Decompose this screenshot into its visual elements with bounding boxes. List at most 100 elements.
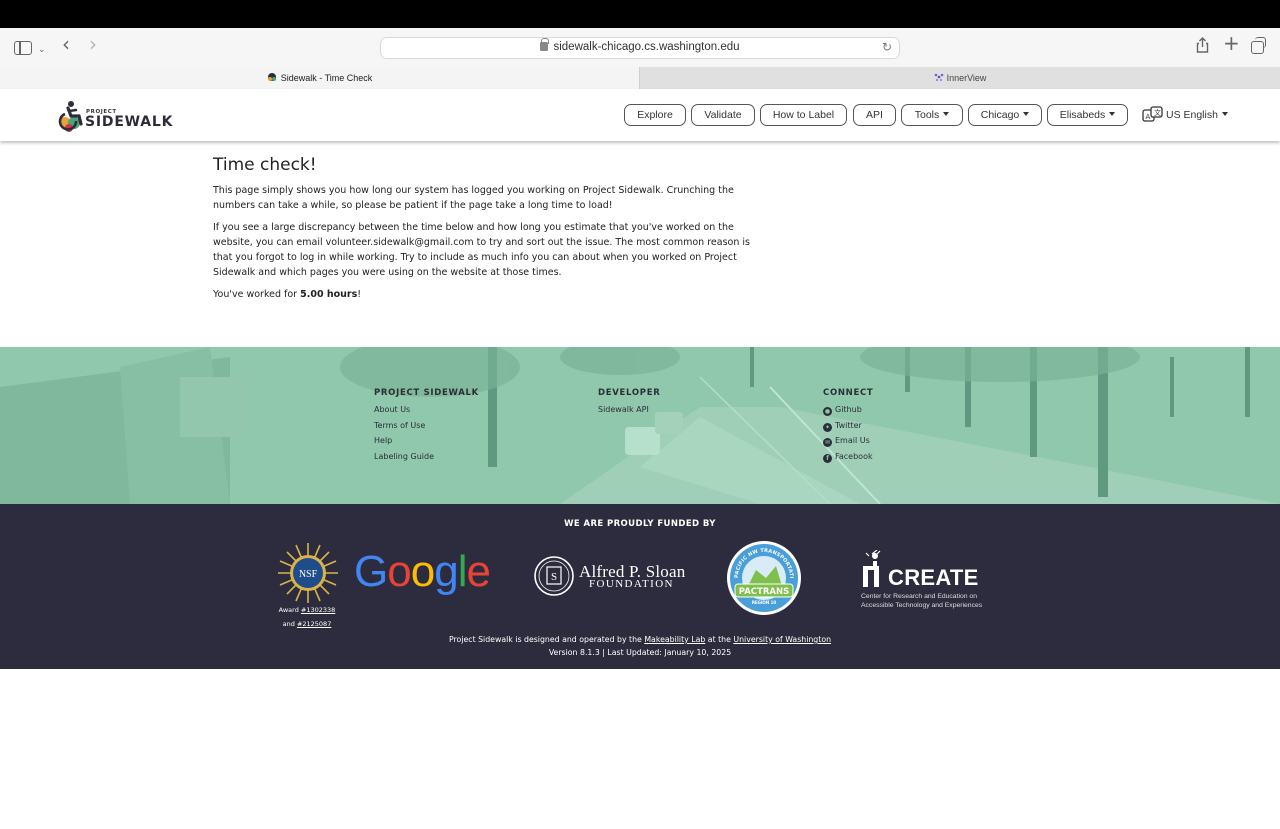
university-link[interactable]: University of Washington — [733, 635, 831, 644]
footer-heading: DEVELOPER — [598, 388, 661, 398]
award-link-2[interactable]: #2125087 — [297, 620, 331, 628]
caret-down-icon — [1023, 112, 1030, 116]
tools-label: Tools — [914, 109, 940, 121]
footer-link-twitter[interactable]: ✦ Twitter — [823, 418, 873, 434]
street-background-image — [0, 347, 1280, 504]
makeability-lab-link[interactable]: Makeability Lab — [644, 635, 705, 644]
footer-link-sidewalk-api[interactable]: Sidewalk API — [598, 402, 660, 418]
footer-col-developer: DEVELOPER Sidewalk API — [598, 388, 660, 418]
caret-down-icon — [943, 112, 950, 116]
user-dropdown[interactable]: Elisabeds — [1047, 104, 1128, 126]
forward-arrow-icon[interactable]: › — [89, 34, 97, 54]
city-dropdown[interactable]: Chicago — [968, 104, 1042, 126]
caret-down-icon — [1221, 112, 1228, 116]
reload-icon[interactable]: ↻ — [882, 40, 892, 54]
validate-button[interactable]: Validate — [691, 104, 755, 126]
sloan-seal-icon: S — [534, 556, 574, 596]
footer-link-labeling-guide[interactable]: Labeling Guide — [374, 449, 479, 465]
nsf-award-line-1: Award #1302338 — [271, 604, 343, 617]
translate-icon: A 文 — [1142, 106, 1163, 122]
time-check-content: Time check! This page simply shows you h… — [213, 155, 763, 309]
tab-innerview[interactable]: InnerView — [639, 67, 1280, 89]
footer-col-connect: CONNECT ● Github ✦ Twitter ✉ Email Us f Face… — [823, 388, 873, 464]
chevron-down-icon[interactable]: ⌄ — [38, 40, 46, 60]
credits-prefix: Project Sidewalk is designed and operate… — [448, 635, 645, 644]
create-logo-text[interactable]: CREATE — [888, 565, 979, 591]
svg-text:A: A — [1146, 113, 1151, 121]
language-dropdown[interactable]: A 文 US English — [1142, 106, 1228, 122]
worked-prefix: You've worked for — [213, 289, 301, 300]
footer-link-github[interactable]: ● Github — [823, 402, 873, 418]
system-top-bar — [0, 0, 1280, 28]
google-logo[interactable]: Google — [354, 547, 491, 596]
award-prefix: Award — [278, 606, 301, 614]
lock-icon — [540, 38, 550, 51]
twitter-label: Twitter — [835, 420, 862, 430]
footer-link-facebook[interactable]: f Facebook — [823, 449, 873, 465]
facebook-icon: f — [823, 453, 832, 463]
github-label: Github — [835, 405, 862, 414]
how-to-label-button[interactable]: How to Label — [760, 104, 847, 126]
funded-by-heading: WE ARE PROUDLY FUNDED BY — [564, 519, 716, 529]
sloan-foundation-subtitle: FOUNDATION — [589, 578, 674, 590]
new-tab-icon[interactable]: + — [1223, 33, 1240, 53]
api-button[interactable]: API — [853, 104, 896, 126]
intro-paragraph: This page simply shows you how long our … — [213, 185, 734, 211]
and-prefix: and — [282, 620, 297, 628]
facebook-label: Facebook — [835, 451, 873, 461]
language-label: US English — [1166, 109, 1218, 121]
logo-sidewalk-text: SIDEWALK — [85, 114, 174, 130]
footer-link-terms-of-use[interactable]: Terms of Use — [374, 418, 479, 434]
innerview-favicon-icon — [934, 73, 943, 82]
city-label: Chicago — [980, 109, 1020, 121]
address-bar[interactable]: sidewalk-chicago.cs.washington.edu ↻ — [380, 37, 900, 59]
svg-text:S: S — [551, 571, 557, 583]
github-icon: ● — [823, 407, 832, 416]
nsf-award-line-2: and #2125087 — [271, 618, 343, 631]
google-letter: o — [387, 547, 412, 596]
worked-time-line: You've worked for 5.00 hours! — [213, 287, 763, 302]
sidebar-toggle-icon[interactable] — [14, 41, 32, 55]
page-title: Time check! — [213, 155, 317, 175]
pactrans-banner-text: PACTRANS — [739, 587, 789, 597]
worked-hours-value: 5.00 hours — [300, 289, 358, 300]
tools-dropdown[interactable]: Tools — [901, 104, 963, 126]
site-credits: Project Sidewalk is designed and operate… — [0, 633, 1280, 659]
explore-button[interactable]: Explore — [624, 104, 686, 126]
footer-link-about-us[interactable]: About Us — [374, 402, 479, 418]
email-icon: ✉ — [823, 438, 832, 448]
pactrans-region-text: REGION 10 — [752, 600, 777, 605]
tab-strip: Sidewalk - Time Check InnerView — [0, 67, 1280, 89]
google-letter: e — [466, 547, 491, 596]
create-subtitle: Center for Research and Education on Acc… — [861, 593, 983, 609]
worked-suffix: ! — [357, 289, 362, 300]
footer-heading: PROJECT SIDEWALK — [374, 388, 479, 398]
tab-label: Sidewalk - Time Check — [280, 73, 373, 83]
wheelchair-logo-icon — [58, 101, 83, 132]
pactrans-logo[interactable]: PACIFIC NW TRANSPORTATION CONSORTIUM PAC… — [726, 540, 802, 616]
share-icon[interactable] — [1196, 37, 1209, 58]
tab-sidewalk-time-check[interactable]: Sidewalk - Time Check — [0, 67, 639, 89]
award-link-1[interactable]: #1302338 — [301, 606, 335, 614]
nsf-logo-text: NSF — [299, 569, 318, 580]
back-arrow-icon[interactable]: ‹ — [62, 34, 70, 54]
funders-section: WE ARE PROUDLY FUNDED BY NSF Award #1302… — [0, 504, 1280, 669]
credits-line: Project Sidewalk is designed and operate… — [0, 633, 1280, 646]
footer-col-project-sidewalk: PROJECT SIDEWALK About Us Terms of Use H… — [374, 388, 479, 464]
create-logo-icon — [863, 550, 881, 587]
user-label: Elisabeds — [1059, 109, 1106, 121]
footer-link-help[interactable]: Help — [374, 433, 479, 449]
google-letter: g — [434, 547, 459, 596]
tab-label: InnerView — [946, 73, 987, 83]
discrepancy-paragraph: If you see a large discrepancy between t… — [213, 222, 750, 278]
browser-toolbar: ⌄ ‹ › sidewalk-chicago.cs.washington.edu… — [0, 28, 1280, 67]
footer-link-email-us[interactable]: ✉ Email Us — [823, 433, 873, 449]
email-label: Email Us — [835, 436, 870, 446]
caret-down-icon — [1109, 112, 1116, 116]
site-navbar: PROJECT SIDEWALK Explore Validate How to… — [0, 89, 1280, 141]
project-sidewalk-logo[interactable]: PROJECT SIDEWALK — [57, 100, 177, 132]
url-text: sidewalk-chicago.cs.washington.edu — [553, 41, 740, 53]
nsf-logo[interactable]: NSF — [276, 541, 340, 605]
svg-text:文: 文 — [1154, 108, 1161, 117]
tab-overview-icon[interactable] — [1251, 37, 1266, 54]
